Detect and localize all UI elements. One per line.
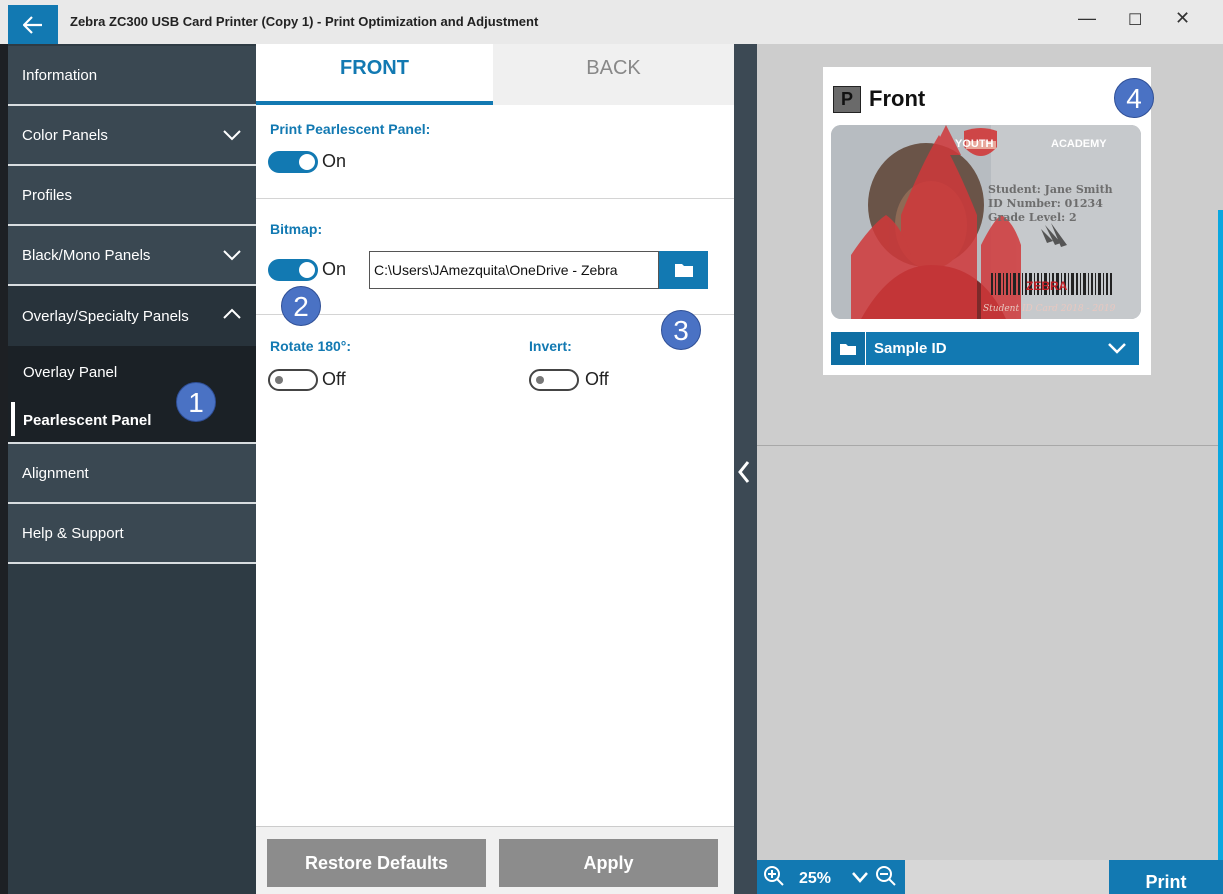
toggle-knob	[299, 154, 315, 170]
active-indicator	[11, 402, 15, 436]
template-folder-button[interactable]	[831, 332, 866, 365]
card-id-number: ID Number: 01234	[988, 197, 1103, 210]
bitmap-label: Bitmap:	[270, 221, 323, 237]
sidebar-item-alignment[interactable]: Alignment	[8, 444, 256, 502]
tab-front[interactable]: FRONT	[256, 44, 493, 105]
print-button[interactable]: Print	[1109, 860, 1223, 894]
card-student: Student: Jane Smith	[988, 183, 1113, 196]
divider	[8, 562, 256, 564]
panel-badge: P	[833, 86, 861, 113]
card-org-right: ACADEMY	[1051, 138, 1107, 150]
sidebar-item-label: Profiles	[22, 186, 73, 204]
zoom-control: 25%	[757, 860, 905, 894]
sidebar-item-color-panels[interactable]: Color Panels	[8, 106, 256, 164]
rotate-label: Rotate 180°:	[270, 338, 352, 354]
window-title: Zebra ZC300 USB Card Printer (Copy 1) - …	[70, 14, 539, 29]
apply-button[interactable]: Apply	[499, 839, 718, 887]
zoom-in-icon[interactable]	[763, 865, 785, 887]
arrow-left-icon	[23, 15, 42, 34]
zoom-level[interactable]: 25%	[799, 870, 831, 888]
sidebar-strip	[0, 44, 8, 894]
subitem-pearlescent-panel[interactable]: Pearlescent Panel	[23, 412, 151, 429]
settings-panel: FRONT BACK Print Pearlescent Panel: On B…	[256, 44, 734, 894]
zoom-out-icon[interactable]	[875, 865, 897, 887]
divider	[256, 314, 734, 315]
invert-state: Off	[585, 369, 609, 389]
back-button[interactable]	[8, 5, 58, 44]
callout-1: 1	[176, 382, 216, 422]
sidebar-item-label: Overlay/Specialty Panels	[22, 307, 189, 325]
scroll-accent	[1218, 210, 1223, 860]
sidebar-item-black-mono-panels[interactable]: Black/Mono Panels	[8, 226, 256, 284]
card-side-title: Front	[869, 86, 926, 111]
divider	[256, 198, 734, 199]
toggle-knob	[299, 262, 315, 278]
title-bar: Zebra ZC300 USB Card Printer (Copy 1) - …	[0, 0, 1223, 44]
tab-back[interactable]: BACK	[493, 44, 734, 105]
print-pearlescent-label: Print Pearlescent Panel:	[270, 121, 431, 137]
browse-folder-button[interactable]	[659, 251, 708, 289]
callout-2: 2	[281, 286, 321, 326]
invert-toggle[interactable]	[529, 369, 579, 391]
card-grade: Grade Level: 2	[988, 211, 1077, 224]
sidebar-item-label: Help & Support	[22, 524, 124, 542]
chevron-down-icon[interactable]	[851, 871, 869, 883]
rotate-state: Off	[322, 369, 346, 389]
folder-icon	[840, 343, 856, 355]
subitem-overlay-panel[interactable]: Overlay Panel	[23, 364, 117, 381]
callout-3: 3	[661, 310, 701, 350]
chevron-up-icon	[223, 308, 241, 319]
restore-defaults-button[interactable]: Restore Defaults	[267, 839, 486, 887]
toggle-knob	[275, 376, 283, 384]
print-pearlescent-state: On	[322, 151, 347, 171]
template-name: Sample ID	[874, 340, 947, 357]
chevron-down-icon	[223, 130, 241, 141]
callout-4: 4	[1114, 78, 1154, 118]
sidebar-item-overlay-specialty-panels[interactable]: Overlay/Specialty Panels	[8, 286, 256, 346]
minimize-button[interactable]: —	[1078, 8, 1096, 29]
card-image: YOUTH ACADEMY Student: Jane Smith ID Num…	[831, 125, 1141, 319]
card-artwork: YOUTH ACADEMY Student: Jane Smith ID Num…	[831, 125, 1141, 319]
card-org-left: YOUTH	[955, 138, 994, 150]
chevron-down-icon	[1108, 343, 1126, 354]
card-brand: ZEBRA	[1026, 279, 1068, 293]
sidebar-item-profiles[interactable]: Profiles	[8, 166, 256, 224]
bitmap-state: On	[322, 259, 347, 279]
toggle-knob	[536, 376, 544, 384]
divider	[757, 445, 1223, 446]
sidebar-item-label: Color Panels	[22, 126, 108, 144]
sidebar-item-help-support[interactable]: Help & Support	[8, 504, 256, 562]
invert-label: Invert:	[529, 338, 572, 354]
close-button[interactable]: ✕	[1175, 8, 1190, 29]
card-footer: Student ID Card 2018 - 2019	[983, 304, 1116, 314]
sidebar-item-label: Black/Mono Panels	[22, 246, 151, 264]
folder-icon	[674, 264, 693, 277]
bitmap-toggle[interactable]	[268, 259, 318, 281]
sidebar-item-label: Information	[22, 66, 98, 84]
bitmap-path-input[interactable]: C:\Users\JAmezquita\OneDrive - Zebra	[369, 251, 659, 289]
sidebar-item-label: Alignment	[22, 464, 89, 482]
print-pearlescent-toggle[interactable]	[268, 151, 318, 173]
chevron-down-icon	[223, 250, 241, 261]
sidebar-item-information[interactable]: Information	[8, 46, 256, 104]
template-dropdown[interactable]: Sample ID	[831, 332, 1139, 365]
maximize-button[interactable]: ☐	[1128, 10, 1142, 30]
chevron-left-icon	[738, 461, 750, 483]
rotate-toggle[interactable]	[268, 369, 318, 391]
tab-active-underline	[256, 101, 493, 105]
